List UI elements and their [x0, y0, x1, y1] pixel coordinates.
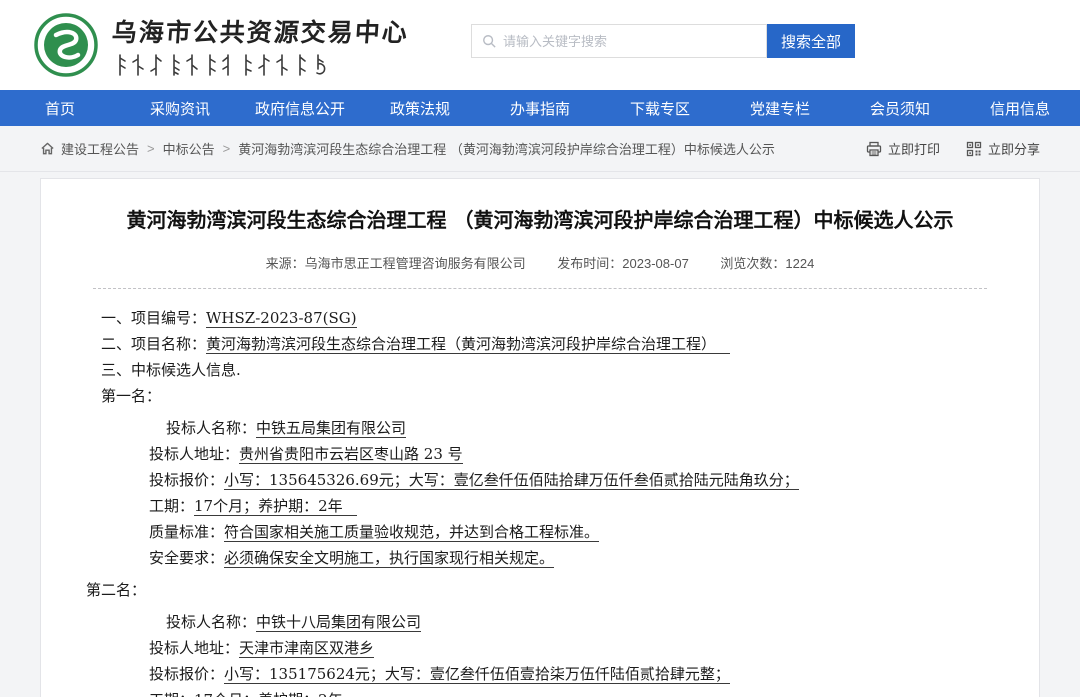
nav-item-credit-info[interactable]: 信用信息: [960, 90, 1080, 126]
bidder-duration-value: 17个月；养护期：2年: [194, 691, 357, 697]
bidder-address-label: 投标人地址：: [149, 639, 239, 657]
nav-item-policies[interactable]: 政策法规: [360, 90, 480, 126]
printer-icon: [866, 141, 882, 157]
bidder-duration-label: 工期：: [149, 691, 194, 697]
bidder-price-value: 小写：135645326.69元；大写：壹亿叁仟伍佰陆拾肆万伍仟叁佰贰拾陆元陆角…: [224, 471, 799, 490]
breadcrumb-item-award-notices[interactable]: 中标公告: [163, 139, 215, 158]
bidder-name-value: 中铁五局集团有限公司: [256, 419, 406, 438]
search-box: [471, 24, 767, 58]
project-name-label: 二、项目名称：: [101, 335, 206, 353]
nav-item-downloads[interactable]: 下载专区: [600, 90, 720, 126]
bidder-address-value: 天津市津南区双港乡: [239, 639, 374, 658]
bidder-address-value: 贵州省贵阳市云岩区枣山路 23 号: [239, 445, 463, 464]
bidder1-price-line: 投标报价：小写：135645326.69元；大写：壹亿叁仟伍佰陆拾肆万伍仟叁佰贰…: [149, 467, 1039, 493]
meta-publish-date: 发布时间：2023-08-07: [557, 256, 689, 271]
breadcrumb-current-page: 黄河海勃湾滨河段生态综合治理工程 （黄河海勃湾滨河段护岸综合治理工程）中标候选人…: [238, 139, 775, 158]
search-icon: [482, 34, 496, 48]
bidder1-rank: 第一名：: [101, 383, 1039, 409]
bidder-duration-label: 工期：: [149, 497, 194, 515]
announcement-meta: 来源：乌海市思正工程管理咨询服务有限公司 发布时间：2023-08-07 浏览次…: [41, 253, 1039, 272]
share-button[interactable]: 立即分享: [966, 139, 1040, 158]
bidder2-duration-line: 工期：17个月；养护期：2年: [149, 687, 1039, 697]
meta-divider: [93, 288, 987, 289]
bidder-address-label: 投标人地址：: [149, 445, 239, 463]
qr-share-icon: [966, 141, 982, 157]
bidder2-price-line: 投标报价：小写：135175624元；大写：壹亿叁仟伍佰壹拾柒万伍仟陆佰贰拾肆元…: [149, 661, 1039, 687]
bidder-safety-label: 安全要求：: [149, 549, 224, 567]
nav-item-guide[interactable]: 办事指南: [480, 90, 600, 126]
bidder-name-value: 中铁十八局集团有限公司: [256, 613, 421, 632]
home-icon: [40, 141, 55, 156]
nav-item-party-building[interactable]: 党建专栏: [720, 90, 840, 126]
bidder-safety-value: 必须确保安全文明施工，执行国家现行相关规定。: [224, 549, 554, 568]
print-label: 立即打印: [888, 139, 940, 158]
mongolian-script-decoration: [112, 53, 342, 77]
search-all-button[interactable]: 搜索全部: [767, 24, 855, 58]
nav-item-gov-info[interactable]: 政府信息公开: [240, 90, 360, 126]
breadcrumb-separator: >: [147, 141, 155, 156]
breadcrumb-bar: 建设工程公告 > 中标公告 > 黄河海勃湾滨河段生态综合治理工程 （黄河海勃湾滨…: [0, 126, 1080, 172]
breadcrumb-item-construction-notices[interactable]: 建设工程公告: [61, 139, 139, 158]
site-logo: [34, 13, 98, 77]
project-number-line: 一、项目编号：WHSZ-2023-87(SG): [101, 305, 1039, 331]
site-header: 乌海市公共资源交易中心: [0, 0, 1080, 90]
bidder1-name-line: 投标人名称：中铁五局集团有限公司: [166, 415, 1039, 441]
project-name-value: 黄河海勃湾滨河段生态综合治理工程（黄河海勃湾滨河段护岸综合治理工程）: [206, 335, 730, 354]
bidder1-address-line: 投标人地址：贵州省贵阳市云岩区枣山路 23 号: [149, 441, 1039, 467]
share-label: 立即分享: [988, 139, 1040, 158]
bidder-duration-value: 17个月；养护期：2年: [194, 497, 357, 516]
candidates-heading: 三、中标候选人信息.: [101, 357, 1039, 383]
project-number-value: WHSZ-2023-87(SG): [206, 309, 357, 328]
nav-item-procurement-news[interactable]: 采购资讯: [120, 90, 240, 126]
project-number-label: 一、项目编号：: [101, 309, 206, 327]
project-name-line: 二、项目名称：黄河海勃湾滨河段生态综合治理工程（黄河海勃湾滨河段护岸综合治理工程…: [101, 331, 1039, 357]
nav-item-member-notice[interactable]: 会员须知: [840, 90, 960, 126]
site-title: 乌海市公共资源交易中心: [111, 13, 411, 49]
breadcrumb: 建设工程公告 > 中标公告 > 黄河海勃湾滨河段生态综合治理工程 （黄河海勃湾滨…: [40, 139, 866, 158]
bidder-quality-label: 质量标准：: [149, 523, 224, 541]
bidder1-safety-line: 安全要求：必须确保安全文明施工，执行国家现行相关规定。: [149, 545, 1039, 571]
bidder1-duration-line: 工期：17个月；养护期：2年: [149, 493, 1039, 519]
bidder2-name-line: 投标人名称：中铁十八局集团有限公司: [166, 609, 1039, 635]
announcement-title: 黄河海勃湾滨河段生态综合治理工程 （黄河海勃湾滨河段护岸综合治理工程）中标候选人…: [41, 205, 1039, 235]
bidder-price-label: 投标报价：: [149, 471, 224, 489]
meta-source: 来源：乌海市思正工程管理咨询服务有限公司: [266, 256, 526, 271]
nav-item-home[interactable]: 首页: [0, 90, 120, 126]
bidder-price-label: 投标报价：: [149, 665, 224, 683]
announcement-body: 一、项目编号：WHSZ-2023-87(SG) 二、项目名称：黄河海勃湾滨河段生…: [41, 305, 1039, 697]
bidder-name-label: 投标人名称：: [166, 419, 256, 437]
bidder2-rank: 第二名：: [86, 577, 1039, 603]
bidder2-address-line: 投标人地址：天津市津南区双港乡: [149, 635, 1039, 661]
bidder-name-label: 投标人名称：: [166, 613, 256, 631]
print-button[interactable]: 立即打印: [866, 139, 940, 158]
main-nav: 首页 采购资讯 政府信息公开 政策法规 办事指南 下载专区 党建专栏 会员须知 …: [0, 90, 1080, 126]
bidder-quality-value: 符合国家相关施工质量验收规范，并达到合格工程标准。: [224, 523, 599, 542]
meta-view-count: 浏览次数：1224: [720, 256, 814, 271]
announcement-card: 黄河海勃湾滨河段生态综合治理工程 （黄河海勃湾滨河段护岸综合治理工程）中标候选人…: [40, 178, 1040, 697]
search-input[interactable]: [503, 34, 756, 49]
bidder1-quality-line: 质量标准：符合国家相关施工质量验收规范，并达到合格工程标准。: [149, 519, 1039, 545]
bidder-price-value: 小写：135175624元；大写：壹亿叁仟伍佰壹拾柒万伍仟陆佰贰拾肆元整；: [224, 665, 730, 684]
breadcrumb-separator: >: [223, 141, 231, 156]
